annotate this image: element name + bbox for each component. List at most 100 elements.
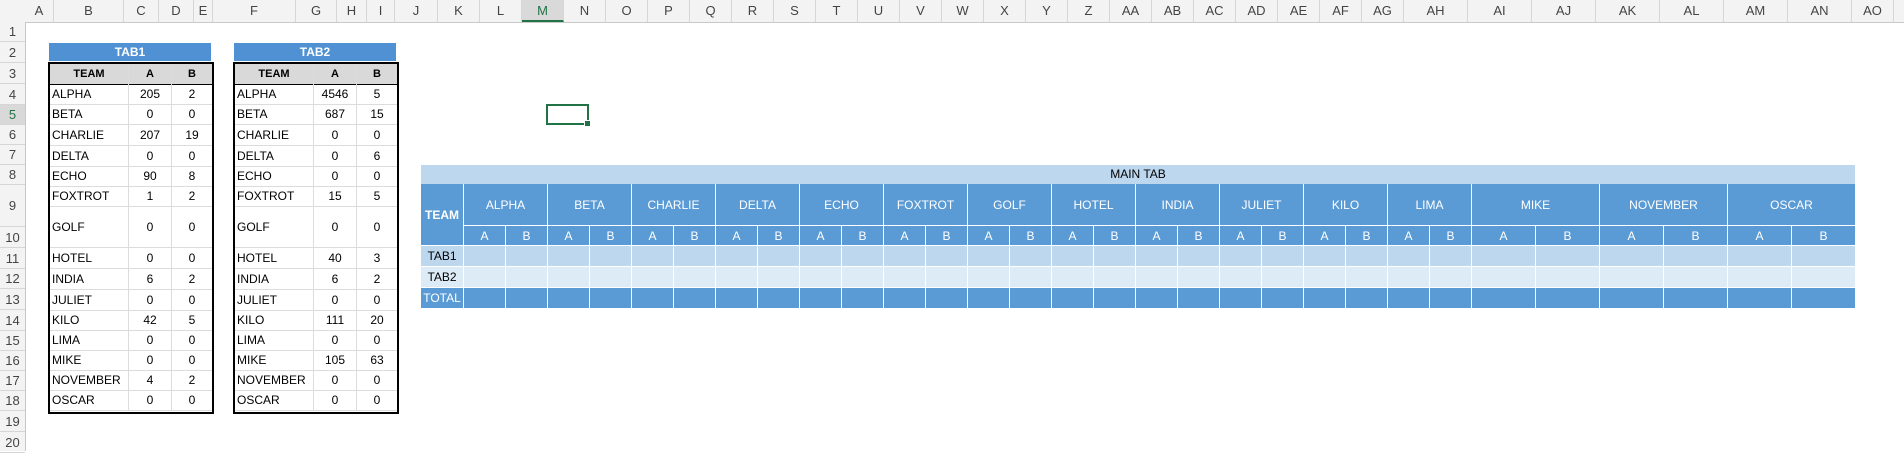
subheader-b[interactable]: B xyxy=(1262,226,1304,246)
value-cell[interactable]: 4 xyxy=(129,370,172,390)
data-cell[interactable] xyxy=(884,246,926,267)
row-header-17[interactable]: 17 xyxy=(0,371,25,391)
value-cell[interactable]: 5 xyxy=(357,84,397,104)
subheader-a[interactable]: A xyxy=(1472,226,1536,246)
team-header-charlie[interactable]: CHARLIE xyxy=(632,184,716,226)
team-header-oscar[interactable]: OSCAR xyxy=(1728,184,1856,226)
column-header-i[interactable]: I xyxy=(367,0,395,22)
data-cell[interactable] xyxy=(758,288,800,309)
data-cell[interactable] xyxy=(464,267,506,288)
value-cell[interactable]: 6 xyxy=(129,268,172,289)
team-header-lima[interactable]: LIMA xyxy=(1388,184,1472,226)
value-cell[interactable]: 0 xyxy=(129,247,172,268)
data-cell[interactable] xyxy=(1728,246,1792,267)
team-name-cell[interactable]: OSCAR xyxy=(235,390,314,410)
team-name-cell[interactable]: CHARLIE xyxy=(235,124,314,145)
subheader-a[interactable]: A xyxy=(632,226,674,246)
team-name-cell[interactable]: ECHO xyxy=(235,166,314,186)
data-cell[interactable] xyxy=(1262,246,1304,267)
row-header-13[interactable]: 13 xyxy=(0,289,25,310)
column-header-m[interactable]: M xyxy=(522,0,564,22)
data-cell[interactable] xyxy=(674,246,716,267)
data-cell[interactable] xyxy=(674,288,716,309)
data-cell[interactable] xyxy=(1430,267,1472,288)
column-header-v[interactable]: V xyxy=(900,0,942,22)
value-cell[interactable]: 40 xyxy=(314,247,357,268)
column-header-h[interactable]: H xyxy=(337,0,367,22)
team-name-cell[interactable]: JULIET xyxy=(235,289,314,310)
row-header-9[interactable]: 9 xyxy=(0,185,25,227)
value-cell[interactable]: 90 xyxy=(129,166,172,186)
data-cell[interactable] xyxy=(1010,267,1052,288)
data-cell[interactable] xyxy=(1052,246,1094,267)
team-name-cell[interactable]: NOVEMBER xyxy=(50,370,129,390)
data-cell[interactable] xyxy=(1472,246,1536,267)
column-header-ah[interactable]: AH xyxy=(1404,0,1468,22)
team-name-cell[interactable]: GOLF xyxy=(235,206,314,247)
column-header-s[interactable]: S xyxy=(774,0,816,22)
column-header-al[interactable]: AL xyxy=(1660,0,1724,22)
data-cell[interactable] xyxy=(1792,267,1856,288)
subheader-b[interactable]: B xyxy=(1792,226,1856,246)
data-cell[interactable] xyxy=(884,288,926,309)
value-cell[interactable]: 0 xyxy=(357,166,397,186)
column-header-n[interactable]: N xyxy=(564,0,606,22)
data-cell[interactable] xyxy=(968,246,1010,267)
data-cell[interactable] xyxy=(1472,288,1536,309)
subheader-a[interactable]: A xyxy=(1388,226,1430,246)
subheader-a[interactable]: A xyxy=(1600,226,1664,246)
subheader-a[interactable]: A xyxy=(800,226,842,246)
value-cell[interactable]: 2 xyxy=(172,186,212,206)
value-cell[interactable]: 0 xyxy=(314,390,357,410)
data-cell[interactable] xyxy=(506,288,548,309)
value-cell[interactable]: 0 xyxy=(357,330,397,350)
column-header-w[interactable]: W xyxy=(942,0,984,22)
data-cell[interactable] xyxy=(842,288,884,309)
value-cell[interactable]: 0 xyxy=(172,206,212,247)
value-cell[interactable]: 5 xyxy=(172,310,212,330)
data-cell[interactable] xyxy=(716,246,758,267)
column-header-ac[interactable]: AC xyxy=(1194,0,1236,22)
data-cell[interactable] xyxy=(800,288,842,309)
row-header-8[interactable]: 8 xyxy=(0,165,25,185)
subheader-b[interactable]: B xyxy=(674,226,716,246)
value-cell[interactable]: 0 xyxy=(172,330,212,350)
team-name-cell[interactable]: CHARLIE xyxy=(50,124,129,145)
value-cell[interactable]: 0 xyxy=(357,390,397,410)
data-cell[interactable] xyxy=(1388,288,1430,309)
value-cell[interactable]: 15 xyxy=(357,104,397,124)
subheader-b[interactable]: B xyxy=(758,226,800,246)
data-cell[interactable] xyxy=(632,267,674,288)
data-cell[interactable] xyxy=(1664,246,1728,267)
team-name-cell[interactable]: MIKE xyxy=(235,350,314,370)
data-cell[interactable] xyxy=(1220,267,1262,288)
data-cell[interactable] xyxy=(1094,267,1136,288)
data-cell[interactable] xyxy=(1346,267,1388,288)
data-cell[interactable] xyxy=(1792,246,1856,267)
team-header-foxtrot[interactable]: FOXTROT xyxy=(884,184,968,226)
team-name-cell[interactable]: KILO xyxy=(235,310,314,330)
value-cell[interactable]: 0 xyxy=(172,289,212,310)
value-cell[interactable]: 0 xyxy=(129,206,172,247)
subheader-b[interactable]: B xyxy=(1346,226,1388,246)
team-name-cell[interactable]: OSCAR xyxy=(50,390,129,410)
value-cell[interactable]: 2 xyxy=(172,268,212,289)
value-cell[interactable]: 0 xyxy=(357,370,397,390)
data-cell[interactable] xyxy=(1346,288,1388,309)
value-cell[interactable]: 19 xyxy=(172,124,212,145)
column-header-f[interactable]: F xyxy=(213,0,296,22)
column-header-aj[interactable]: AJ xyxy=(1532,0,1596,22)
data-cell[interactable] xyxy=(968,288,1010,309)
subheader-b[interactable]: B xyxy=(1010,226,1052,246)
subheader-b[interactable]: B xyxy=(842,226,884,246)
column-header-t[interactable]: T xyxy=(816,0,858,22)
subheader-a[interactable]: A xyxy=(1728,226,1792,246)
subheader-b[interactable]: B xyxy=(506,226,548,246)
team-name-cell[interactable]: INDIA xyxy=(50,268,129,289)
team-header-juliet[interactable]: JULIET xyxy=(1220,184,1304,226)
data-cell[interactable] xyxy=(1536,267,1600,288)
value-cell[interactable]: 0 xyxy=(172,390,212,410)
data-cell[interactable] xyxy=(800,246,842,267)
team-name-cell[interactable]: ALPHA xyxy=(235,84,314,104)
data-cell[interactable] xyxy=(968,267,1010,288)
